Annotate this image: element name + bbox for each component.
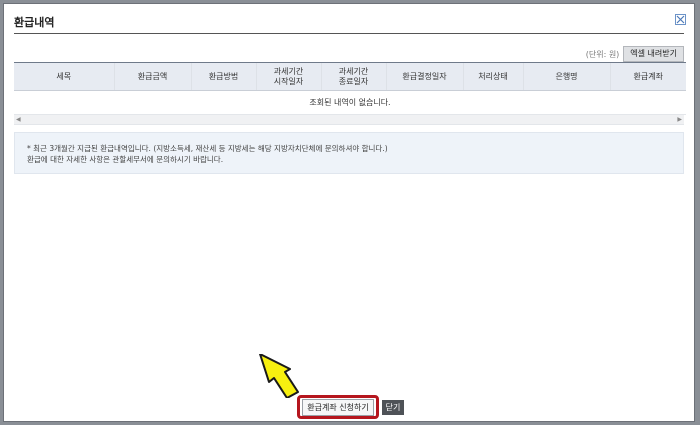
arrow-pointer-icon xyxy=(259,354,299,398)
close-button[interactable]: 닫기 xyxy=(382,400,404,415)
horizontal-scrollbar[interactable]: ◀ ▶ xyxy=(14,115,684,125)
table-header-row: 세목 환급금액 환급방법 과세기간 시작일자 과세기간 종료일자 환급결정일자 … xyxy=(14,62,686,91)
column-header: 처리상태 xyxy=(462,62,523,91)
column-header: 은행명 xyxy=(522,62,610,91)
column-header: 환급계좌 xyxy=(609,62,686,91)
column-header: 환급결정일자 xyxy=(385,62,463,91)
column-header: 과세기간 시작일자 xyxy=(255,62,321,91)
close-icon[interactable] xyxy=(675,14,686,25)
empty-message: 조회된 내역이 없습니다. xyxy=(14,90,686,115)
scroll-right-icon[interactable]: ▶ xyxy=(677,116,682,123)
notice-box: * 최근 3개월간 지급된 환급내역입니다. (지방소득세, 재산세 등 지방세… xyxy=(14,132,684,174)
refund-history-dialog: 환급내역 (단위: 원) 엑셀 내려받기 세목 환급금액 환급방법 과세기간 시… xyxy=(3,3,695,422)
scroll-left-icon[interactable]: ◀ xyxy=(16,116,21,123)
column-header: 환급방법 xyxy=(190,62,256,91)
dialog-title: 환급내역 xyxy=(14,16,55,29)
table-toolbar: (단위: 원) 엑셀 내려받기 xyxy=(585,46,684,62)
apply-refund-account-button[interactable]: 환급계좌 신청하기 xyxy=(297,395,379,419)
column-header: 환급금액 xyxy=(113,62,191,91)
table-row: 조회된 내역이 없습니다. xyxy=(14,90,686,115)
excel-download-button[interactable]: 엑셀 내려받기 xyxy=(623,46,684,62)
notice-line: 환급에 대한 자세한 사항은 관할세무서에 문의하시기 바랍니다. xyxy=(27,155,224,164)
notice-line: * 최근 3개월간 지급된 환급내역입니다. (지방소득세, 재산세 등 지방세… xyxy=(27,144,388,153)
title-divider xyxy=(14,33,684,34)
column-header: 세목 xyxy=(14,62,114,91)
apply-button-label: 환급계좌 신청하기 xyxy=(302,398,374,416)
refund-table: 세목 환급금액 환급방법 과세기간 시작일자 과세기간 종료일자 환급결정일자 … xyxy=(14,62,686,115)
unit-label: (단위: 원) xyxy=(585,49,620,59)
refund-table-container: 세목 환급금액 환급방법 과세기간 시작일자 과세기간 종료일자 환급결정일자 … xyxy=(14,62,686,125)
column-header: 과세기간 종료일자 xyxy=(320,62,386,91)
